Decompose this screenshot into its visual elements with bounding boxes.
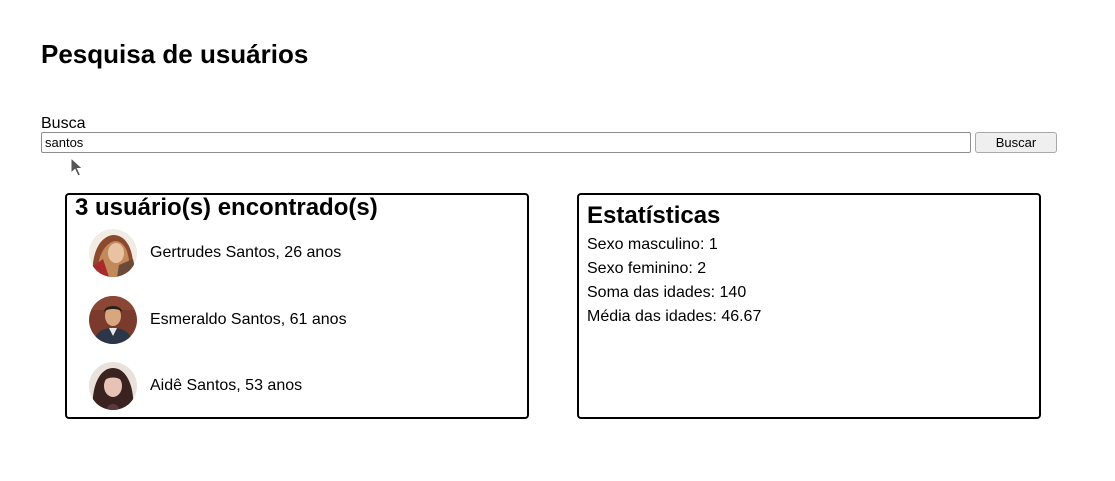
avatar xyxy=(89,229,137,277)
stat-age-average: Média das idades: 46.67 xyxy=(587,305,761,329)
stat-value: 2 xyxy=(697,260,707,277)
search-label: Busca xyxy=(41,115,86,132)
stat-value: 140 xyxy=(719,284,747,301)
statistics-list: Sexo masculino: 1 Sexo feminino: 2 Soma … xyxy=(587,233,761,329)
stat-male-count: Sexo masculino: 1 xyxy=(587,233,761,257)
search-button[interactable]: Buscar xyxy=(975,132,1057,153)
mouse-pointer-icon xyxy=(70,157,84,177)
stat-female-count: Sexo feminino: 2 xyxy=(587,257,761,281)
users-results-panel: 3 usuário(s) encontrado(s) Gertrudes San… xyxy=(65,193,529,419)
stat-age-sum: Soma das idades: 140 xyxy=(587,281,761,305)
stat-label: Sexo feminino: xyxy=(587,260,693,277)
user-info-text: Esmeraldo Santos, 61 anos xyxy=(150,311,347,328)
user-info-text: Aidê Santos, 53 anos xyxy=(150,377,303,394)
stat-label: Sexo masculino: xyxy=(587,236,705,253)
avatar xyxy=(89,362,137,410)
list-item: Gertrudes Santos, 26 anos xyxy=(89,228,341,278)
list-item: Esmeraldo Santos, 61 anos xyxy=(89,295,347,345)
stat-label: Soma das idades: xyxy=(587,284,716,301)
statistics-panel: Estatísticas Sexo masculino: 1 Sexo femi… xyxy=(577,193,1041,419)
list-item: Aidê Santos, 53 anos xyxy=(89,361,302,411)
statistics-heading: Estatísticas xyxy=(587,202,721,229)
page-title: Pesquisa de usuários xyxy=(41,39,309,69)
stat-value: 46.67 xyxy=(721,308,762,325)
user-info-text: Gertrudes Santos, 26 anos xyxy=(150,244,342,261)
stat-value: 1 xyxy=(708,236,718,253)
avatar xyxy=(89,296,137,344)
stat-label: Média das idades: xyxy=(587,308,717,325)
user-list: Gertrudes Santos, 26 anos Esmeraldo Sant… xyxy=(67,195,527,417)
search-input[interactable] xyxy=(41,132,971,153)
